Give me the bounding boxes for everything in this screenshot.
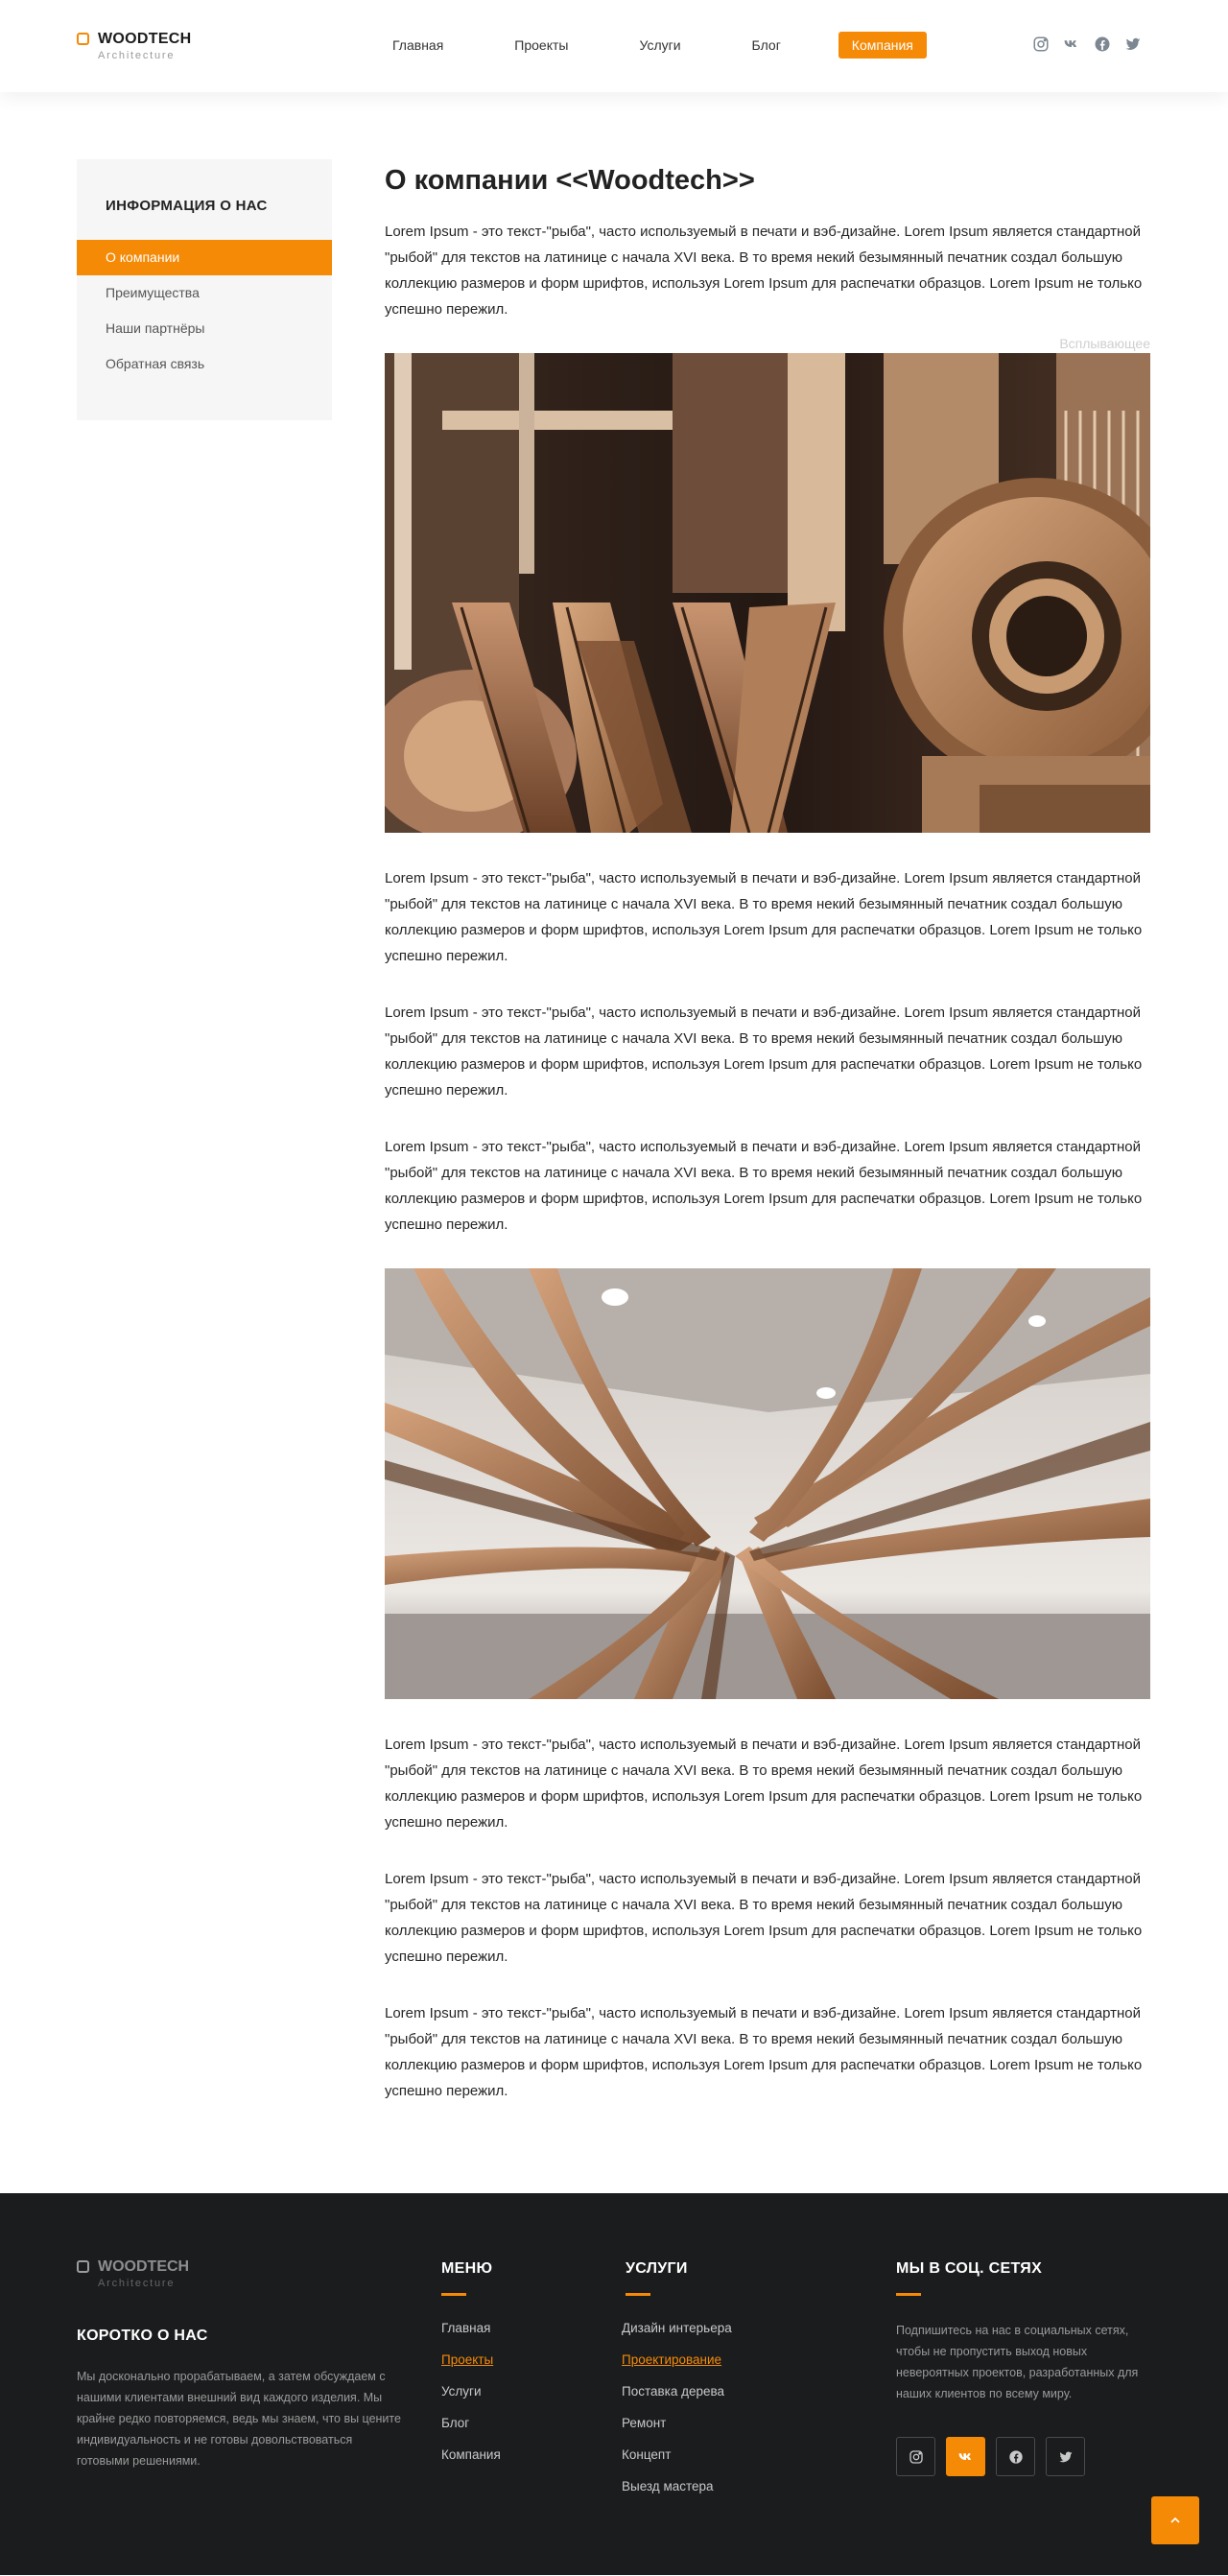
footer-service-item[interactable]: Выезд мастера	[622, 2470, 732, 2502]
logo-name: WOODTECH	[98, 31, 192, 47]
sidebar-menu: О компании Преимущества Наши партнёры Об…	[77, 240, 332, 382]
header-social	[1032, 35, 1142, 53]
footer-menu-item[interactable]: Блог	[441, 2407, 501, 2439]
paragraph: Lorem Ipsum - это текст-"рыба", часто ис…	[385, 1004, 1143, 1099]
chevron-up-icon	[1170, 2517, 1180, 2523]
sidebar-item-partners[interactable]: Наши партнёры	[77, 311, 332, 346]
vk-icon	[958, 2452, 971, 2460]
site-footer: WOODTECH Architecture КОРОТКО О НАС Мы д…	[0, 2193, 1228, 2575]
scroll-to-top-button[interactable]	[1151, 2496, 1199, 2544]
footer-service-item[interactable]: Ремонт	[622, 2407, 732, 2439]
sidebar-title: ИНФОРМАЦИЯ О НАС	[106, 198, 268, 214]
main-area: ИНФОРМАЦИЯ О НАС О компании Преимущества…	[0, 92, 1228, 2193]
paragraph: Lorem Ipsum - это текст-"рыба", часто ис…	[385, 1871, 1143, 1965]
logo-mark-icon	[77, 33, 89, 45]
footer-menu-item[interactable]: Проекты	[441, 2344, 501, 2375]
nav-item-services[interactable]: Услуги	[626, 32, 694, 59]
article: О компании <<Woodtech>> Lorem Ipsum - эт…	[385, 159, 1150, 2104]
footer-menu-title: МЕНЮ	[441, 2260, 493, 2296]
footer-menu-item[interactable]: Компания	[441, 2439, 501, 2470]
footer-service-item[interactable]: Поставка дерева	[622, 2375, 732, 2407]
wood-installation-photo	[385, 1268, 1150, 1699]
nav-item-projects[interactable]: Проекты	[501, 32, 581, 59]
page-title: О компании <<Woodtech>>	[385, 165, 755, 196]
main-nav: Главная Проекты Услуги Блог Компания	[379, 32, 927, 59]
footer-about-text: Мы досконально прорабатываем, а затем об…	[77, 2370, 401, 2468]
footer-logo-subtitle: Architecture	[98, 2278, 176, 2289]
paragraph: Lorem Ipsum - это текст-"рыба", часто ис…	[385, 1737, 1143, 1831]
tooltip-label: Всплывающее	[1059, 336, 1150, 351]
nav-item-company[interactable]: Компания	[838, 32, 927, 59]
facebook-icon	[1008, 2449, 1023, 2464]
footer-logo-name: WOODTECH	[98, 2258, 190, 2275]
instagram-icon	[909, 2449, 923, 2464]
footer-menu-list: Главная Проекты Услуги Блог Компания	[441, 2312, 501, 2470]
sidebar: ИНФОРМАЦИЯ О НАС О компании Преимущества…	[77, 159, 332, 420]
facebook-icon[interactable]	[1094, 35, 1111, 53]
paragraph: Lorem Ipsum - это текст-"рыба", часто ис…	[385, 1139, 1143, 1233]
paragraph: Lorem Ipsum - это текст-"рыба", часто ис…	[385, 224, 1143, 318]
footer-service-item[interactable]: Дизайн интерьера	[622, 2312, 732, 2344]
instagram-icon[interactable]	[1032, 35, 1050, 53]
sidebar-item-advantages[interactable]: Преимущества	[77, 275, 332, 311]
vk-button[interactable]	[946, 2437, 985, 2476]
twitter-button[interactable]	[1046, 2437, 1085, 2476]
footer-social-text: Подпишитесь на нас в социальных сетях, ч…	[896, 2324, 1139, 2400]
twitter-icon[interactable]	[1124, 35, 1142, 53]
footer-about-title: КОРОТКО О НАС	[77, 2328, 208, 2344]
footer-services-title: УСЛУГИ	[626, 2260, 688, 2296]
paragraph: Lorem Ipsum - это текст-"рыба", часто ис…	[385, 2005, 1143, 2099]
twitter-icon	[1058, 2451, 1073, 2462]
sidebar-item-feedback[interactable]: Обратная связь	[77, 346, 332, 382]
footer-service-item[interactable]: Проектирование	[622, 2344, 732, 2375]
footer-social-title: МЫ В СОЦ. СЕТЯХ	[896, 2260, 1043, 2296]
nav-item-blog[interactable]: Блог	[739, 32, 794, 59]
site-header: WOODTECH Architecture Главная Проекты Ус…	[0, 0, 1228, 92]
footer-menu-item[interactable]: Услуги	[441, 2375, 501, 2407]
footer-social-buttons	[896, 2437, 1085, 2476]
footer-service-item[interactable]: Концепт	[622, 2439, 732, 2470]
logo-mark-icon	[77, 2260, 89, 2273]
facebook-button[interactable]	[996, 2437, 1035, 2476]
logo-subtitle: Architecture	[98, 50, 176, 61]
vk-icon[interactable]	[1063, 35, 1080, 53]
instagram-button[interactable]	[896, 2437, 935, 2476]
paragraph: Lorem Ipsum - это текст-"рыба", часто ис…	[385, 870, 1143, 964]
footer-services-list: Дизайн интерьера Проектирование Поставка…	[622, 2312, 732, 2502]
wooden-letters-photo	[385, 353, 1150, 833]
sidebar-item-about[interactable]: О компании	[77, 240, 332, 275]
nav-item-home[interactable]: Главная	[379, 32, 457, 59]
footer-menu-item[interactable]: Главная	[441, 2312, 501, 2344]
